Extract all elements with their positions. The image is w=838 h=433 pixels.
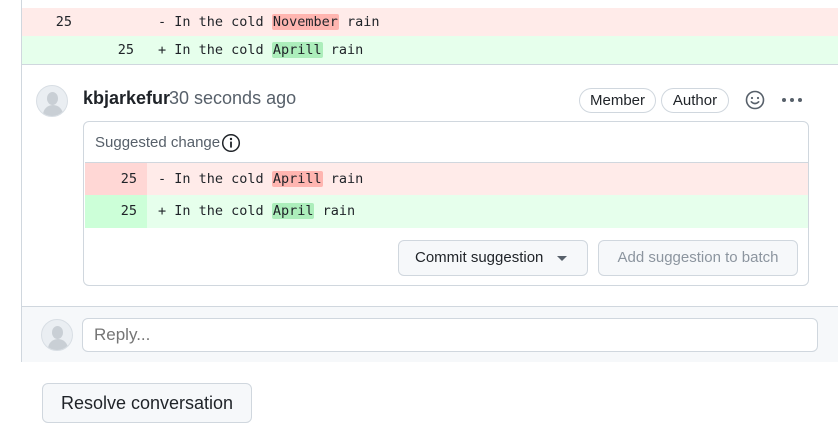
divider bbox=[22, 64, 838, 65]
added-word: Aprill bbox=[271, 42, 323, 58]
author-badge: Author bbox=[661, 88, 729, 113]
smiley-icon[interactable] bbox=[743, 88, 767, 112]
new-line-number: 25 bbox=[117, 42, 134, 58]
resolve-conversation-button[interactable]: Resolve conversation bbox=[42, 383, 252, 423]
suggestion-code-removed: - In the cold Aprill rain bbox=[158, 163, 363, 196]
suggestion-line-number: 25 bbox=[120, 203, 137, 219]
caret-down-icon bbox=[557, 256, 567, 261]
avatar[interactable] bbox=[36, 85, 68, 117]
diff-marker: - bbox=[158, 171, 167, 187]
diff-code-added: + In the cold Aprill rain bbox=[158, 36, 363, 64]
commit-suggestion-label: Commit suggestion bbox=[415, 249, 544, 266]
suggestion-code-added: + In the cold April rain bbox=[158, 195, 355, 228]
diff-line-added: 25 + In the cold Aprill rain bbox=[22, 36, 838, 64]
diff-marker: + bbox=[158, 203, 167, 219]
diff-line-removed: 25 - In the cold November rain bbox=[22, 8, 838, 36]
member-badge: Member bbox=[579, 88, 656, 113]
code-text: In the cold bbox=[174, 42, 272, 58]
reply-avatar bbox=[41, 319, 73, 351]
comment-author[interactable]: kbjarkefur bbox=[83, 88, 170, 109]
removed-word: November bbox=[271, 14, 339, 30]
code-text: In the cold bbox=[174, 203, 272, 219]
suggestion-line-number: 25 bbox=[120, 171, 137, 187]
suggestion-line-added: 25 + In the cold April rain bbox=[85, 195, 808, 228]
diff-marker: - bbox=[158, 14, 167, 30]
comment-timestamp[interactable]: 30 seconds ago bbox=[169, 88, 296, 109]
review-conversation: 25 - In the cold November rain 25 + In t… bbox=[21, 0, 838, 362]
code-text: rain bbox=[322, 171, 364, 187]
diff-code-removed: - In the cold November rain bbox=[158, 8, 380, 36]
code-text: In the cold bbox=[174, 171, 272, 187]
code-text: rain bbox=[314, 203, 356, 219]
reply-input[interactable] bbox=[82, 318, 818, 352]
commit-suggestion-button[interactable]: Commit suggestion bbox=[398, 240, 588, 276]
suggested-change-title: Suggested change bbox=[95, 134, 221, 151]
add-suggestion-to-batch-button[interactable]: Add suggestion to batch bbox=[598, 240, 798, 276]
code-text: rain bbox=[322, 42, 364, 58]
added-word: April bbox=[271, 203, 315, 219]
code-text: In the cold bbox=[174, 14, 272, 30]
code-text: rain bbox=[338, 14, 380, 30]
removed-word: Aprill bbox=[271, 171, 323, 187]
suggestion-line-removed: 25 - In the cold Aprill rain bbox=[85, 162, 808, 196]
kebab-menu-icon[interactable] bbox=[780, 88, 804, 112]
diff-marker: + bbox=[158, 42, 167, 58]
suggested-change-box: Suggested change 25 - In the cold Aprill… bbox=[83, 121, 809, 286]
info-icon[interactable] bbox=[221, 133, 241, 153]
old-line-number: 25 bbox=[55, 14, 72, 30]
